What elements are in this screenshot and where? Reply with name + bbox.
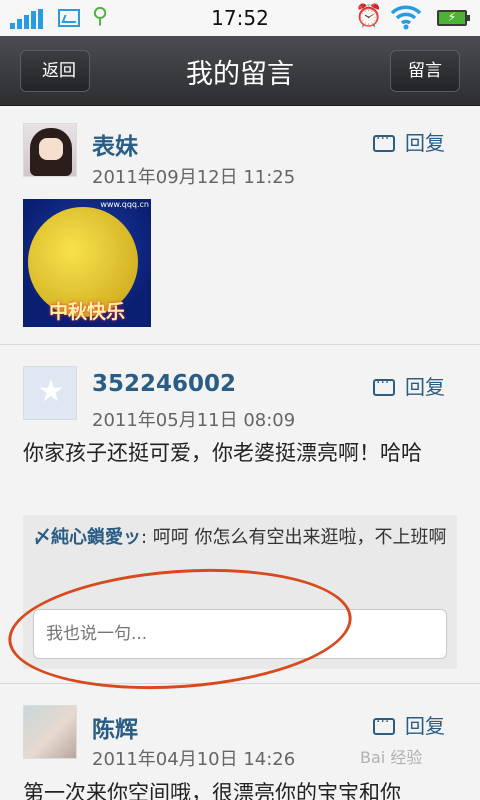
status-bar: ⚲ 17:52 ⏰ ⚡ <box>0 0 480 36</box>
post-date: 2011年09月12日 11:25 <box>92 167 296 188</box>
author-name[interactable]: 表妹 <box>92 127 138 161</box>
image-caption: 中秋快乐 <box>48 301 125 323</box>
nav-bar: 返回 我的留言 留言 <box>0 36 480 106</box>
comment-thread: 〆純心鎖愛ッ: 呵呵 你怎么有空出来逛啦，不上班啊 <box>23 515 457 669</box>
wifi-icon <box>390 5 422 30</box>
avatar[interactable] <box>23 705 77 759</box>
list-item: 表妹 2011年09月12日 11:25 回复 www.qqq.cn 中秋快乐 <box>0 107 480 345</box>
message-list[interactable]: 表妹 2011年09月12日 11:25 回复 www.qqq.cn 中秋快乐 … <box>0 107 480 800</box>
comment-text: : 呵呵 你怎么有空出来逛啦，不上班啊 <box>141 527 447 548</box>
list-item: 陈辉 2011年04月10日 14:26 回复 第一次来你空间哦，很漂亮你的宝宝… <box>0 684 480 800</box>
comment: 〆純心鎖愛ッ: 呵呵 你怎么有空出来逛啦，不上班啊 <box>33 523 447 552</box>
image-watermark: www.qqq.cn <box>100 200 149 209</box>
post-date: 2011年05月11日 08:09 <box>92 410 296 431</box>
reply-label: 回复 <box>405 714 445 738</box>
avatar[interactable]: ★ <box>23 366 77 420</box>
post-text: 第一次来你空间哦，很漂亮你的宝宝和你 <box>23 781 401 800</box>
comment-bubble-icon <box>373 375 395 396</box>
list-item: ★ 352246002 2011年05月11日 08:09 回复 你家孩子还挺可… <box>0 345 480 684</box>
reply-button[interactable]: 回复 <box>373 371 445 400</box>
reply-button[interactable]: 回复 <box>373 710 445 739</box>
battery-charging-icon: ⚡ <box>437 10 470 26</box>
reply-label: 回复 <box>405 375 445 399</box>
post-image[interactable]: www.qqq.cn 中秋快乐 <box>23 199 151 327</box>
watermark: Bai 经验 <box>360 748 423 767</box>
author-name[interactable]: 352246002 <box>92 371 236 397</box>
post-date: 2011年04月10日 14:26 <box>92 749 296 770</box>
comment-author[interactable]: 〆純心鎖愛ッ <box>33 527 141 548</box>
post-text: 你家孩子还挺可爱，你老婆挺漂亮啊！哈哈 <box>23 441 422 465</box>
alarm-icon: ⏰ <box>355 4 383 29</box>
reply-input[interactable] <box>33 609 447 659</box>
author-name[interactable]: 陈辉 <box>92 710 138 744</box>
reply-button[interactable]: 回复 <box>373 127 445 156</box>
default-avatar-star-icon: ★ <box>37 374 65 409</box>
comment-bubble-icon <box>373 714 395 735</box>
leave-message-button[interactable]: 留言 <box>390 50 460 92</box>
reply-label: 回复 <box>405 131 445 155</box>
comment-bubble-icon <box>373 131 395 152</box>
avatar[interactable] <box>23 123 77 177</box>
